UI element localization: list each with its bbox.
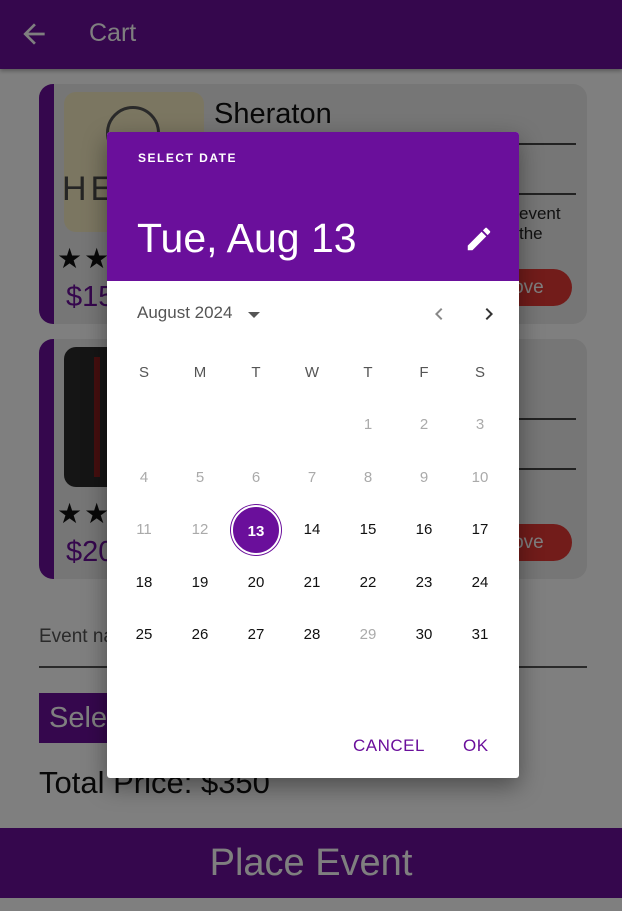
dropdown-arrow-icon[interactable] (247, 310, 261, 320)
date-picker-header: SELECT DATE Tue, Aug 13 (107, 132, 519, 281)
calendar-day: 6 (251, 469, 261, 486)
calendar-day[interactable]: 24 (455, 558, 505, 608)
weekday-label: S (138, 364, 149, 381)
weekday-label: S (474, 364, 485, 381)
calendar-day[interactable]: 17 (455, 505, 505, 555)
calendar-day[interactable]: 18 (119, 558, 169, 608)
calendar-day: 5 (195, 469, 205, 486)
chevron-right-icon[interactable] (477, 302, 501, 326)
calendar-day: 12 (191, 521, 209, 538)
calendar-day[interactable]: 21 (287, 558, 337, 608)
date-picker-dialog: SELECT DATE Tue, Aug 13 August 2024 S M T W… (107, 132, 519, 778)
calendar-day: 8 (363, 469, 373, 486)
calendar-day: 3 (475, 416, 485, 433)
weekday-label: M (193, 364, 207, 381)
chevron-left-icon[interactable] (427, 302, 451, 326)
weekday-label: W (304, 364, 320, 381)
cancel-button[interactable]: CANCEL (353, 736, 425, 756)
calendar-day[interactable]: 30 (399, 610, 449, 660)
calendar-day[interactable]: 23 (399, 558, 449, 608)
calendar-day[interactable]: 19 (175, 558, 225, 608)
selected-date-headline: Tue, Aug 13 (137, 215, 357, 261)
calendar-day: 7 (307, 469, 317, 486)
calendar-day: 1 (363, 416, 373, 433)
calendar-day[interactable]: 16 (399, 505, 449, 555)
calendar-day: 10 (471, 469, 489, 486)
calendar-day: 11 (136, 521, 152, 538)
calendar-day[interactable]: 31 (455, 610, 505, 660)
calendar-day[interactable]: 26 (175, 610, 225, 660)
picker-help-text: SELECT DATE (138, 151, 237, 165)
calendar-day-selected[interactable]: 13 (231, 505, 281, 555)
weekday-label: T (363, 364, 373, 381)
ok-button[interactable]: OK (463, 736, 489, 756)
calendar-day[interactable]: 22 (343, 558, 393, 608)
month-year-selector[interactable]: August 2024 (137, 303, 232, 323)
calendar-day: 2 (419, 416, 429, 433)
weekday-label: T (251, 364, 261, 381)
calendar-day[interactable]: 25 (119, 610, 169, 660)
calendar-day: 29 (359, 626, 377, 643)
calendar-day: 4 (139, 469, 149, 486)
calendar-day[interactable]: 28 (287, 610, 337, 660)
calendar-day[interactable]: 14 (287, 505, 337, 555)
pencil-icon[interactable] (464, 224, 494, 254)
calendar-day[interactable]: 27 (231, 610, 281, 660)
calendar-day[interactable]: 15 (343, 505, 393, 555)
calendar-day: 9 (419, 469, 429, 486)
calendar-day[interactable]: 20 (231, 558, 281, 608)
weekday-label: F (419, 364, 429, 381)
